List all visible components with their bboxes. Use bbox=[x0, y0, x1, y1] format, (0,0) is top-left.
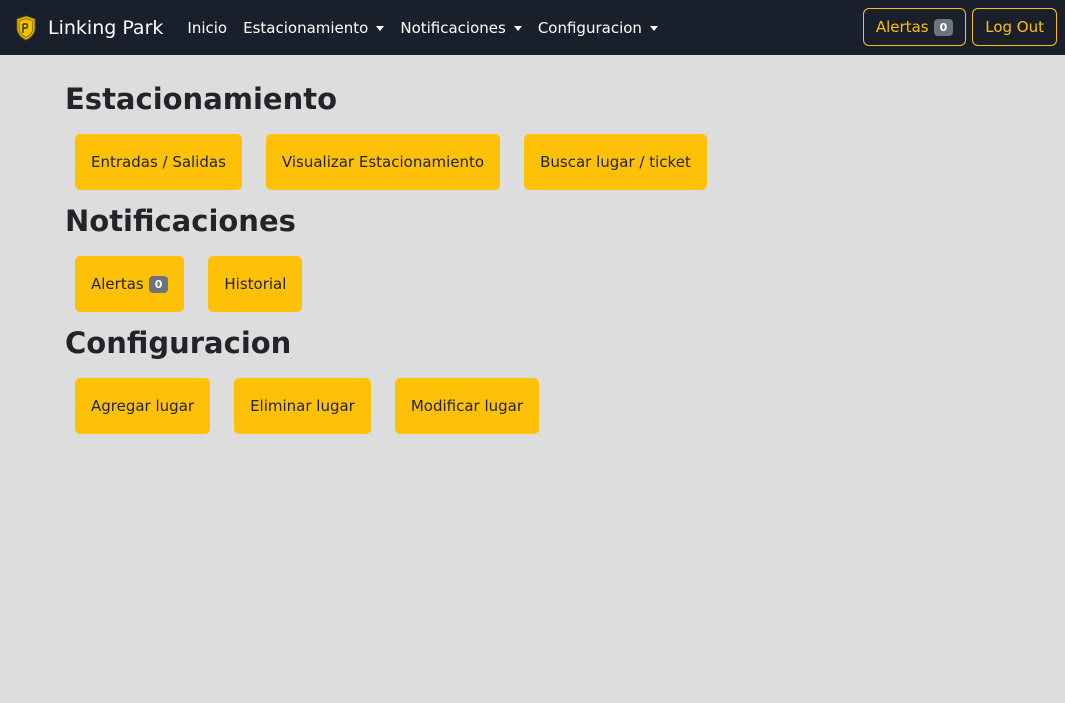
nav-item-label: Notificaciones bbox=[400, 18, 506, 37]
eliminar-lugar-button[interactable]: Eliminar lugar bbox=[234, 378, 371, 434]
caret-down-icon bbox=[513, 26, 522, 31]
modificar-lugar-button[interactable]: Modificar lugar bbox=[394, 378, 540, 434]
caret-down-icon bbox=[376, 26, 385, 31]
alerts-button-label: Alertas bbox=[875, 18, 929, 36]
visualizar-estacionamiento-button[interactable]: Visualizar Estacionamiento bbox=[265, 134, 501, 190]
navbar: Linking Park Inicio Estacionamiento Noti… bbox=[0, 0, 1065, 55]
nav-item-label: Estacionamiento bbox=[243, 18, 369, 37]
alertas-button[interactable]: Alertas 0 bbox=[75, 256, 185, 312]
nav-item-label: Inicio bbox=[187, 18, 228, 37]
nav-item-notificaciones[interactable]: Notificaciones bbox=[400, 18, 522, 37]
brand-link[interactable]: Linking Park bbox=[16, 14, 164, 41]
section-title-notificaciones: Notificaciones bbox=[65, 204, 296, 238]
caret-down-icon bbox=[649, 26, 658, 31]
buscar-lugar-ticket-button[interactable]: Buscar lugar / ticket bbox=[524, 134, 707, 190]
navbar-actions: Alertas 0 Log Out bbox=[862, 8, 1057, 46]
notificaciones-buttons: Alertas 0 Historial bbox=[75, 256, 707, 312]
shield-logo-icon bbox=[16, 14, 36, 41]
alertas-count-badge: 0 bbox=[148, 275, 169, 293]
estacionamiento-buttons: Entradas / Salidas Visualizar Estacionam… bbox=[75, 134, 707, 190]
section-title-estacionamiento: Estacionamiento bbox=[65, 82, 338, 116]
nav-item-configuracion[interactable]: Configuracion bbox=[538, 19, 658, 37]
logout-button[interactable]: Log Out bbox=[972, 8, 1057, 46]
entradas-salidas-button[interactable]: Entradas / Salidas bbox=[75, 134, 242, 190]
historial-button[interactable]: Historial bbox=[208, 256, 303, 312]
alertas-button-label: Alertas bbox=[91, 275, 144, 293]
main-content: Estacionamiento Entradas / Salidas Visua… bbox=[65, 80, 707, 446]
section-title-configuracion: Configuracion bbox=[65, 326, 292, 360]
alerts-count-badge: 0 bbox=[933, 18, 954, 36]
configuracion-buttons: Agregar lugar Eliminar lugar Modificar l… bbox=[75, 378, 707, 434]
brand-name: Linking Park bbox=[48, 16, 164, 39]
nav-item-label: Configuracion bbox=[537, 18, 642, 37]
alerts-button[interactable]: Alertas 0 bbox=[862, 8, 967, 46]
nav-item-estacionamiento[interactable]: Estacionamiento bbox=[243, 18, 385, 37]
agregar-lugar-button[interactable]: Agregar lugar bbox=[75, 378, 211, 434]
nav-item-inicio[interactable]: Inicio bbox=[187, 19, 227, 37]
